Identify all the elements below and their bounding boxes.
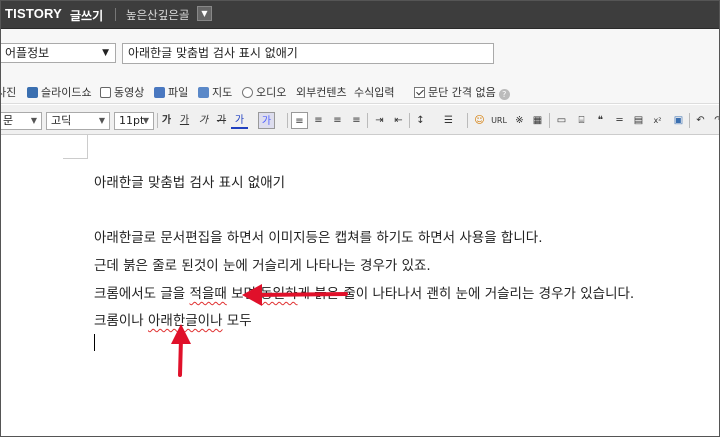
annotation-overlay xyxy=(171,284,348,377)
arrow-up-annotation xyxy=(171,324,191,377)
arrow-left-annotation xyxy=(242,284,348,306)
